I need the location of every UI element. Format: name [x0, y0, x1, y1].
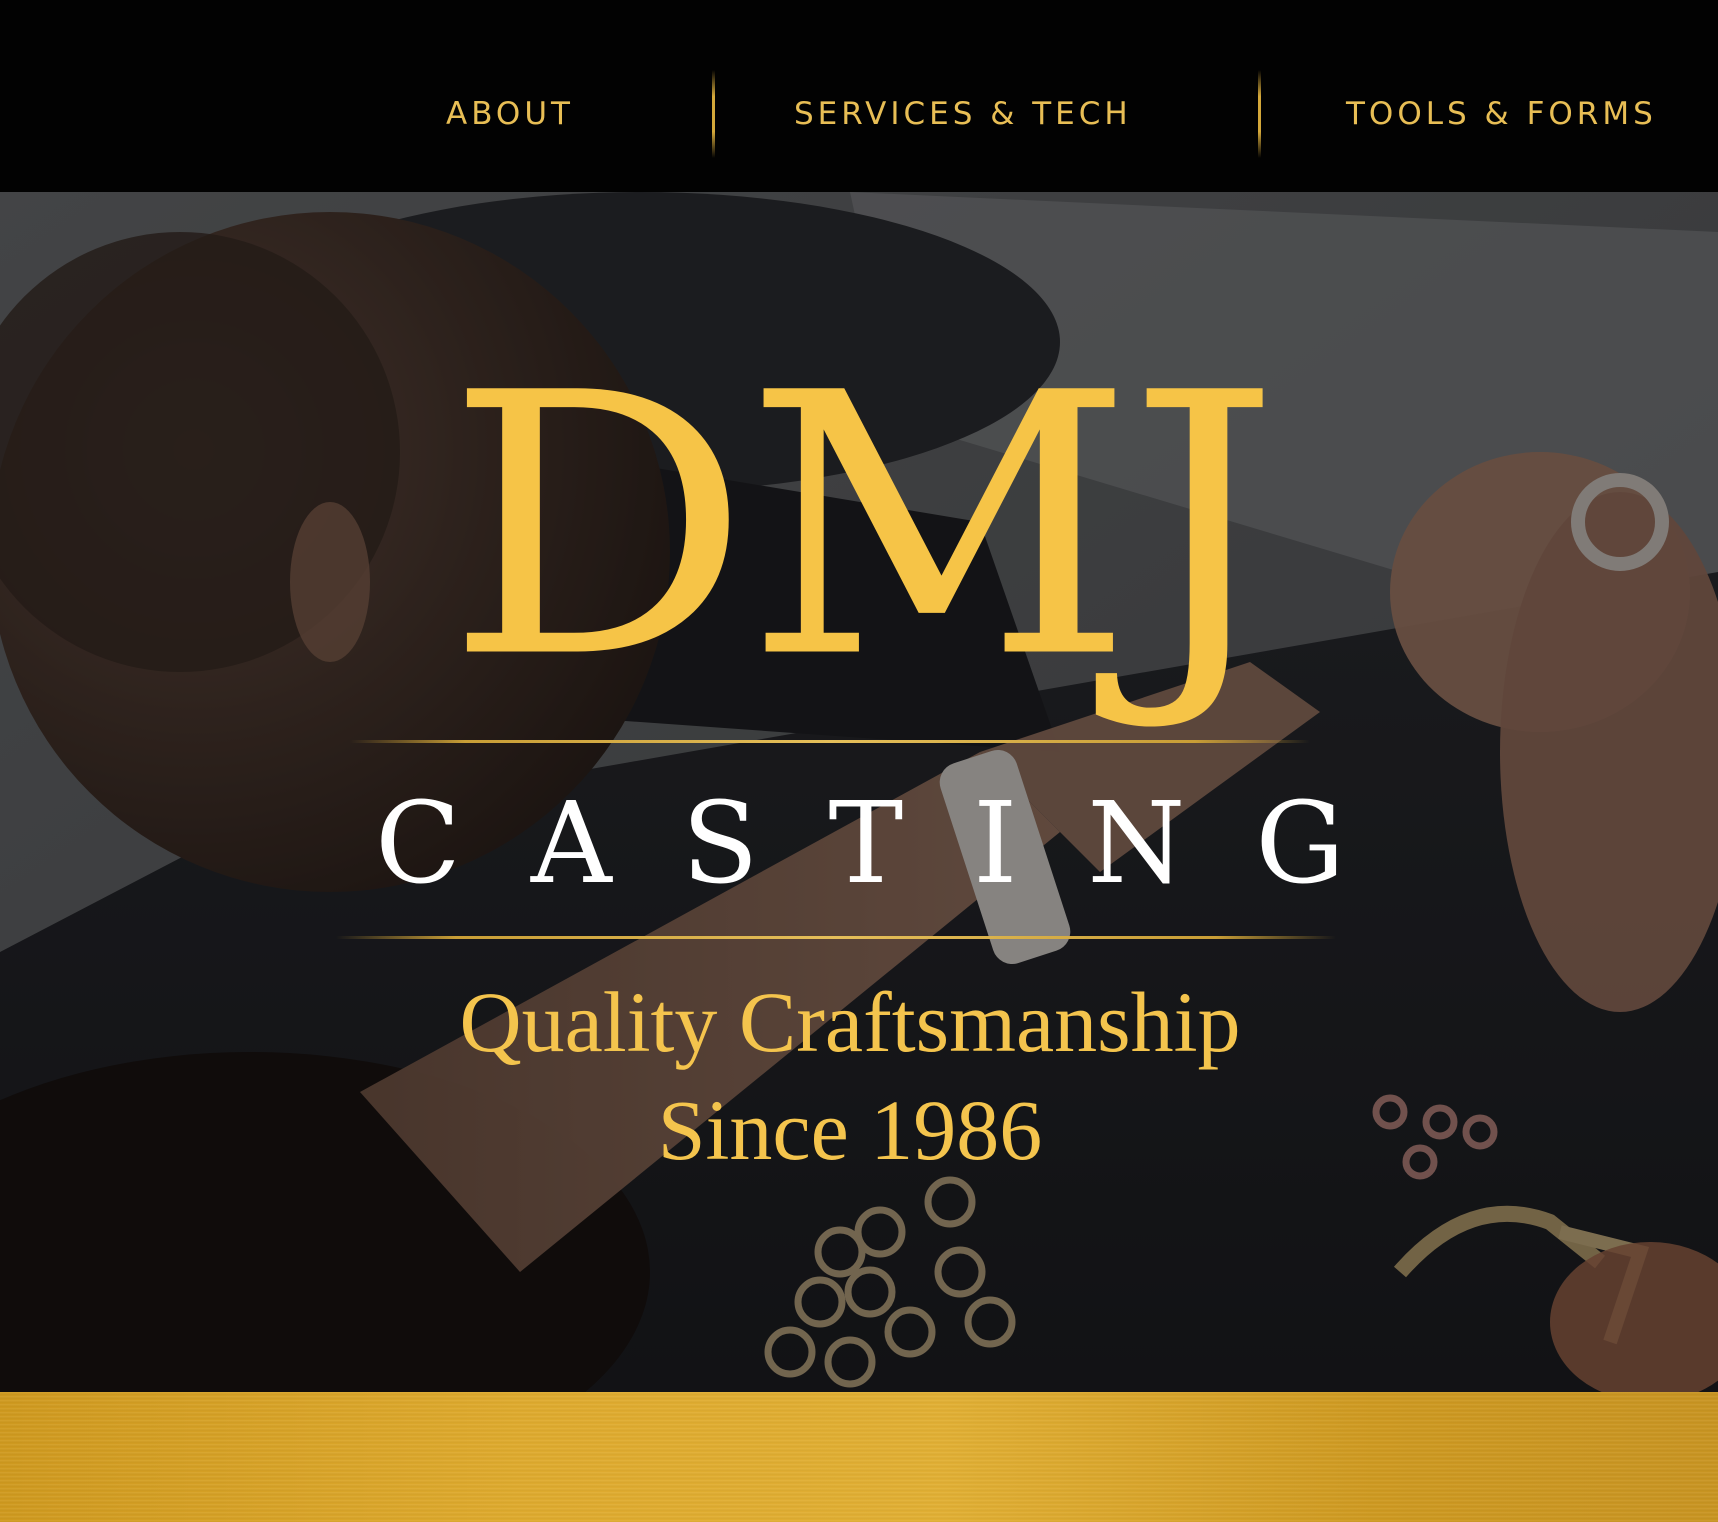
nav-link-services-tech[interactable]: SERVICES & TECH: [794, 96, 1132, 132]
logo-dmj: DMJ: [445, 316, 1280, 737]
gold-brushed-band: [0, 1392, 1718, 1522]
nav-link-about[interactable]: ABOUT: [446, 96, 574, 132]
tagline-line-2: Since 1986: [657, 1082, 1043, 1178]
tagline-line-1: Quality Craftsmanship: [459, 974, 1241, 1070]
nav-divider: [1258, 70, 1261, 158]
top-navigation: ABOUT SERVICES & TECH TOOLS & FORMS: [0, 0, 1718, 192]
logo-casting: CASTING: [375, 779, 1415, 909]
nav-divider: [712, 70, 715, 158]
nav-link-tools-forms[interactable]: TOOLS & FORMS: [1346, 96, 1657, 132]
hero-section: DMJ CASTING Quality Craftsmanship Since …: [0, 192, 1718, 1392]
logo-rule-bottom: [336, 936, 1336, 939]
logo-rule-top: [350, 740, 1310, 743]
